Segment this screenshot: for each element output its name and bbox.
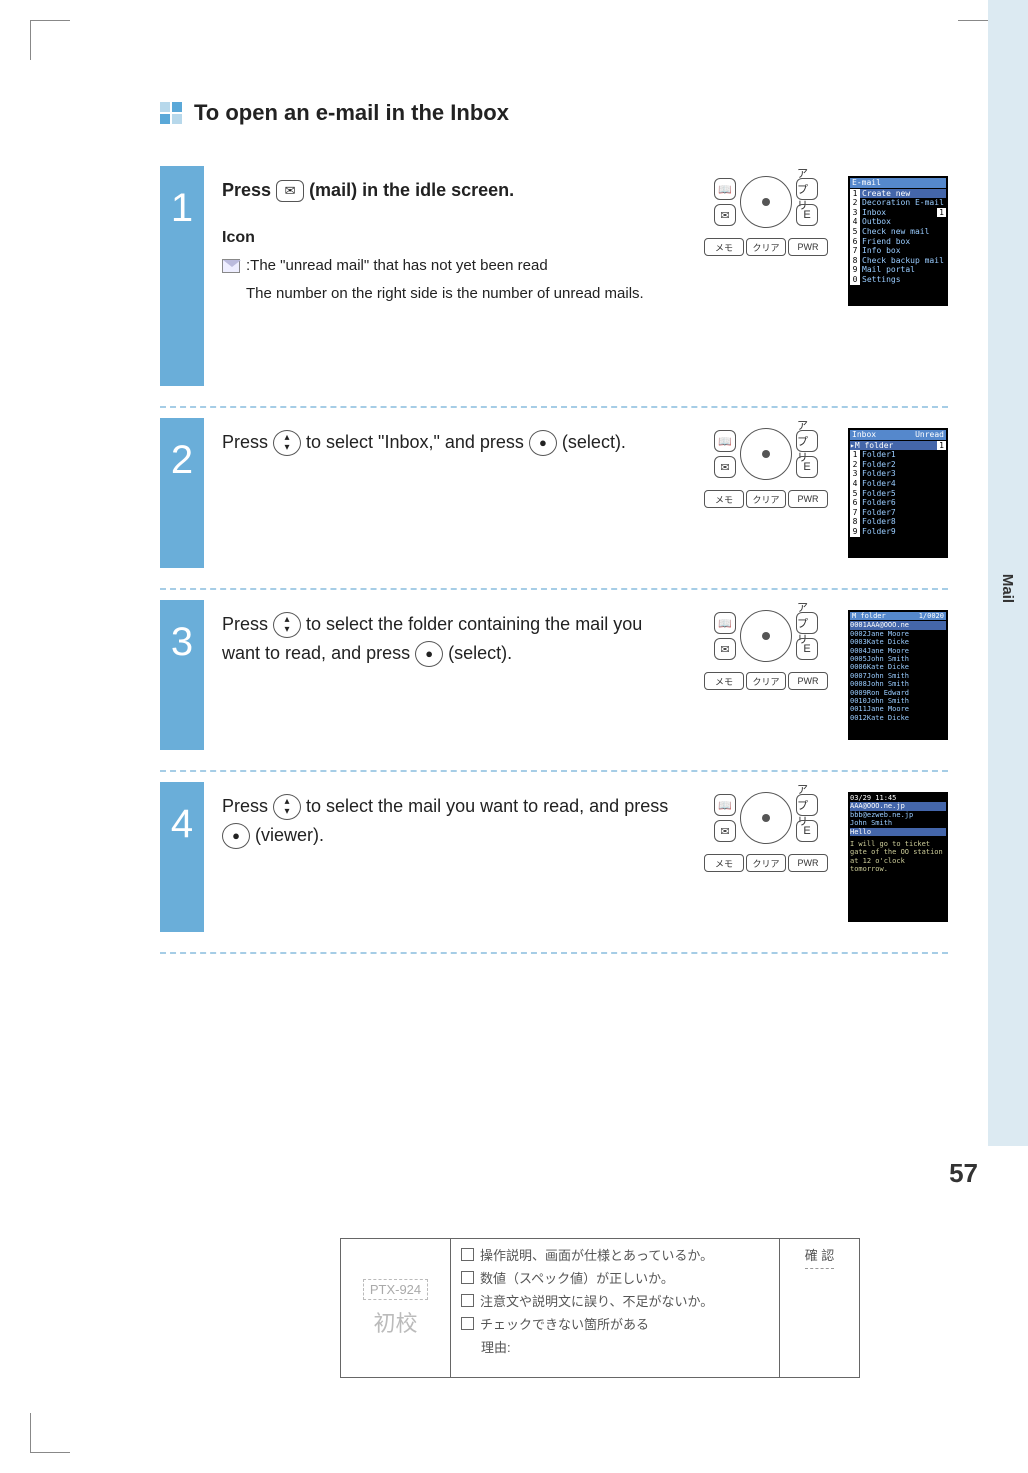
confirm-label: 確 認 — [805, 1245, 835, 1269]
checkbox-icon — [461, 1317, 474, 1330]
side-tab-label: Mail — [999, 574, 1016, 603]
check-item: 操作説明、画面が仕様とあっているか。 — [461, 1245, 769, 1264]
book-key-icon: 📖 — [714, 178, 736, 200]
center-key-icon: ● — [415, 641, 443, 667]
checkbox-icon — [461, 1294, 474, 1307]
icon-section-label: Icon — [222, 225, 684, 251]
step-number: 2 — [160, 418, 204, 568]
phone-screen-1: E-mail 1Create new 2Decoration E-mail 3I… — [848, 176, 948, 306]
keypad-diagram: 📖 ✉ アプリ E — [714, 176, 818, 228]
section-heading: To open an e-mail in the Inbox — [160, 100, 948, 126]
heading-text: To open an e-mail in the Inbox — [194, 100, 509, 126]
center-key-icon: ● — [529, 430, 557, 456]
phone-screen-4: 03/29 11:45 AAA@OOO.ne.jp bbb@ezweb.ne.j… — [848, 792, 948, 922]
step-4: 4 Press to select the mail you want to r… — [160, 782, 948, 954]
keypad-diagram: 📖 ✉ アプリ E — [714, 792, 818, 844]
dpad-icon — [740, 176, 792, 228]
keypad-diagram: 📖 ✉ アプリ E — [714, 428, 818, 480]
updown-key-icon — [273, 794, 301, 820]
checkbox-icon — [461, 1248, 474, 1261]
check-item: チェックできない箇所がある — [461, 1314, 769, 1333]
page-number: 57 — [949, 1158, 978, 1189]
step-text: Press to select "Inbox," and press ● (se… — [222, 428, 684, 558]
phone-screen-2: Inbox Unread ▸M folder1 1Folder1 2Folder… — [848, 428, 948, 558]
step-text: Press ✉ (mail) in the idle screen. Icon … — [222, 176, 684, 376]
step-number: 4 — [160, 782, 204, 932]
unread-mail-icon — [222, 259, 240, 273]
e-key-icon: E — [796, 204, 818, 226]
updown-key-icon — [273, 612, 301, 638]
step-number: 3 — [160, 600, 204, 750]
check-item: 注意文や説明文に誤り、不足がないか。 — [461, 1291, 769, 1310]
step-2: 2 Press to select "Inbox," and press ● (… — [160, 418, 948, 590]
checkbox-icon — [461, 1271, 474, 1284]
proof-label: 初校 — [373, 1306, 417, 1338]
phone-screen-3: M folder 1/0020 0001 AAA@OOO.ne 0002 Jan… — [848, 610, 948, 740]
review-box: PTX-924 初校 操作説明、画面が仕様とあっているか。 数値（スペック値）が… — [340, 1238, 860, 1378]
step-1: 1 Press ✉ (mail) in the idle screen. Ico… — [160, 166, 948, 408]
step-3: 3 Press to select the folder containing … — [160, 600, 948, 772]
step-text: Press to select the mail you want to rea… — [222, 792, 684, 922]
check-item: 数値（スペック値）が正しいか。 — [461, 1268, 769, 1287]
heading-icon — [160, 102, 182, 124]
mail-key-icon: ✉ — [714, 204, 736, 226]
updown-key-icon — [273, 430, 301, 456]
model-code: PTX-924 — [363, 1279, 428, 1300]
center-key-icon: ● — [222, 823, 250, 849]
app-key-icon: アプリ — [796, 178, 818, 200]
step-number: 1 — [160, 166, 204, 386]
mail-key-icon: ✉ — [276, 180, 304, 202]
softkey-row: メモ クリア PWR — [704, 238, 828, 256]
keypad-diagram: 📖 ✉ アプリ E — [714, 610, 818, 662]
step-text: Press to select the folder containing th… — [222, 610, 684, 740]
